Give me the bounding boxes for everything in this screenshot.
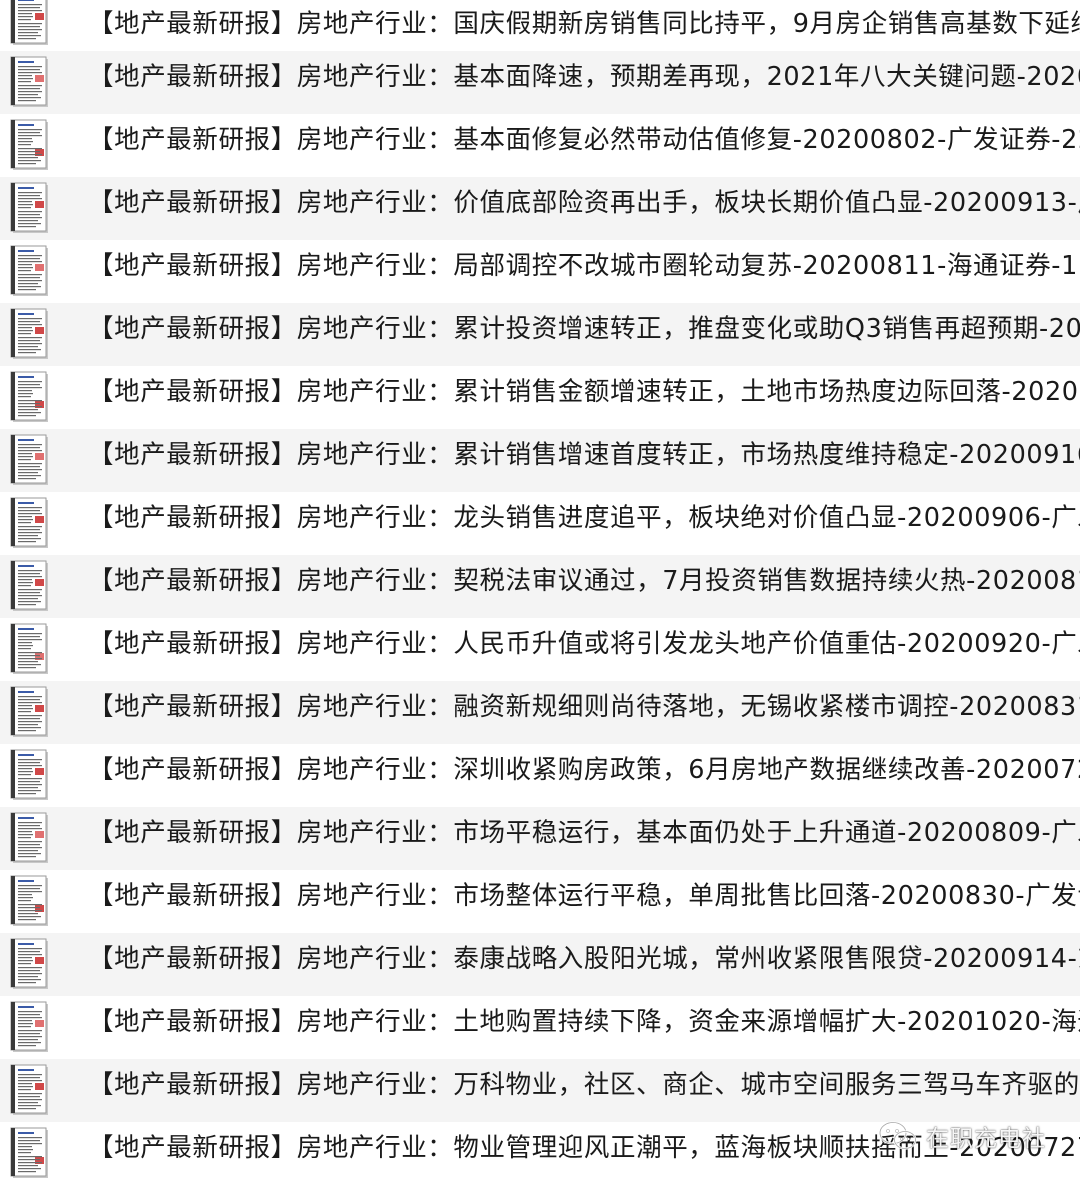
file-name: 【地产最新研报】房地产行业：万科物业，社区、商企、城市空间服务三驾马车齐驱的龙 [88,1070,1080,1100]
file-row[interactable]: 【地产最新研报】房地产行业：契税法审议通过，7月投资销售数据持续火热-20200… [0,555,1080,618]
file-row[interactable]: 【地产最新研报】房地产行业：融资新规细则尚待落地，无锡收紧楼市调控-202008… [0,681,1080,744]
pdf-document-icon [10,749,48,800]
file-row[interactable]: 【地产最新研报】房地产行业：局部调控不改城市圈轮动复苏-20200811-海通证… [0,240,1080,303]
file-name: 【地产最新研报】房地产行业：人民币升值或将引发龙头地产价值重估-20200920… [88,629,1080,659]
file-row[interactable]: 【地产最新研报】房地产行业：龙头销售进度追平，板块绝对价值凸显-20200906… [0,492,1080,555]
file-name: 【地产最新研报】房地产行业：基本面修复必然带动估值修复-20200802-广发证… [88,125,1080,155]
file-name: 【地产最新研报】房地产行业：累计销售金额增速转正，土地市场热度边际回落-2020… [88,377,1080,407]
file-name: 【地产最新研报】房地产行业：深圳收紧购房政策，6月房地产数据继续改善-20200… [88,755,1080,785]
file-row[interactable]: 【地产最新研报】房地产行业：泰康战略入股阳光城，常州收紧限售限贷-2020091… [0,933,1080,996]
pdf-document-icon [10,623,48,674]
file-row[interactable]: 【地产最新研报】房地产行业：基本面降速，预期差再现，2021年八大关键问题-20… [0,51,1080,114]
pdf-document-icon [10,1127,48,1178]
file-name: 【地产最新研报】房地产行业：基本面降速，预期差再现，2021年八大关键问题-20… [88,62,1080,92]
file-row[interactable]: 【地产最新研报】房地产行业：万科物业，社区、商企、城市空间服务三驾马车齐驱的龙 [0,1059,1080,1122]
file-name: 【地产最新研报】房地产行业：累计投资增速转正，推盘变化或助Q3销售再超预期-20… [88,314,1080,344]
pdf-document-icon [10,686,48,737]
pdf-document-icon [10,119,48,170]
pdf-document-icon [10,56,48,107]
pdf-document-icon [10,245,48,296]
file-name: 【地产最新研报】房地产行业：契税法审议通过，7月投资销售数据持续火热-20200… [88,566,1080,596]
file-row[interactable]: 【地产最新研报】房地产行业：人民币升值或将引发龙头地产价值重估-20200920… [0,618,1080,681]
file-row[interactable]: 【地产最新研报】房地产行业：基本面修复必然带动估值修复-20200802-广发证… [0,114,1080,177]
file-row[interactable]: 【地产最新研报】房地产行业：累计销售金额增速转正，土地市场热度边际回落-2020… [0,366,1080,429]
pdf-document-icon [10,308,48,359]
file-row[interactable]: 【地产最新研报】房地产行业：市场整体运行平稳，单周批售比回落-20200830-… [0,870,1080,933]
pdf-document-icon [10,1064,48,1115]
file-name: 【地产最新研报】房地产行业：市场平稳运行，基本面仍处于上升通道-20200809… [88,818,1080,848]
file-row[interactable]: 【地产最新研报】房地产行业：土地购置持续下降，资金来源增幅扩大-20201020… [0,996,1080,1059]
file-row[interactable]: 【地产最新研报】房地产行业：国庆假期新房销售同比持平，9月房企销售高基数下延续高 [0,0,1080,51]
file-row[interactable]: 【地产最新研报】房地产行业：物业管理迎风正潮平，蓝海板块顺扶摇而上-202007… [0,1122,1080,1185]
pdf-document-icon [10,434,48,485]
file-name: 【地产最新研报】房地产行业：市场整体运行平稳，单周批售比回落-20200830-… [88,881,1080,911]
file-row[interactable]: 【地产最新研报】房地产行业：累计投资增速转正，推盘变化或助Q3销售再超预期-20… [0,303,1080,366]
file-name: 【地产最新研报】房地产行业：累计销售增速首度转正，市场热度维持稳定-202009… [88,440,1080,470]
file-name: 【地产最新研报】房地产行业：龙头销售进度追平，板块绝对价值凸显-20200906… [88,503,1080,533]
file-row[interactable]: 【地产最新研报】房地产行业：累计销售增速首度转正，市场热度维持稳定-202009… [0,429,1080,492]
pdf-document-icon [10,560,48,611]
pdf-document-icon [10,875,48,926]
file-name: 【地产最新研报】房地产行业：国庆假期新房销售同比持平，9月房企销售高基数下延续高 [88,9,1080,39]
file-list: 【地产最新研报】房地产行业：国庆假期新房销售同比持平，9月房企销售高基数下延续高… [0,0,1080,1185]
pdf-document-icon [10,371,48,422]
file-name: 【地产最新研报】房地产行业：局部调控不改城市圈轮动复苏-20200811-海通证… [88,251,1080,281]
pdf-document-icon [10,182,48,233]
pdf-document-icon [10,1001,48,1052]
file-name: 【地产最新研报】房地产行业：价值底部险资再出手，板块长期价值凸显-2020091… [88,188,1080,218]
pdf-document-icon [10,812,48,863]
file-name: 【地产最新研报】房地产行业：融资新规细则尚待落地，无锡收紧楼市调控-202008… [88,692,1080,722]
pdf-document-icon [10,0,48,45]
file-row[interactable]: 【地产最新研报】房地产行业：深圳收紧购房政策，6月房地产数据继续改善-20200… [0,744,1080,807]
file-name: 【地产最新研报】房地产行业：泰康战略入股阳光城，常州收紧限售限贷-2020091… [88,944,1080,974]
file-row[interactable]: 【地产最新研报】房地产行业：价值底部险资再出手，板块长期价值凸显-2020091… [0,177,1080,240]
file-name: 【地产最新研报】房地产行业：物业管理迎风正潮平，蓝海板块顺扶摇而上-202007… [88,1133,1080,1163]
pdf-document-icon [10,497,48,548]
pdf-document-icon [10,938,48,989]
file-row[interactable]: 【地产最新研报】房地产行业：市场平稳运行，基本面仍处于上升通道-20200809… [0,807,1080,870]
file-name: 【地产最新研报】房地产行业：土地购置持续下降，资金来源增幅扩大-20201020… [88,1007,1080,1037]
